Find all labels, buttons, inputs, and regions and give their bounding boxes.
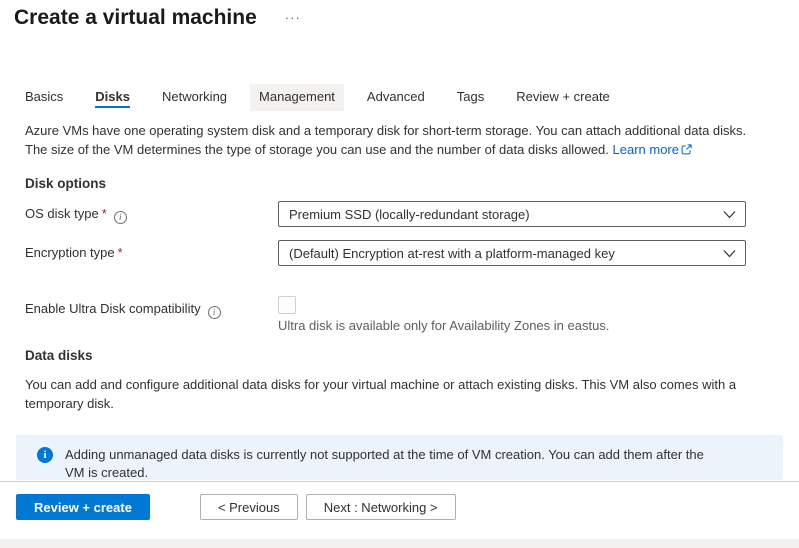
required-asterisk: *: [102, 206, 107, 221]
more-options-button[interactable]: ···: [285, 10, 301, 25]
chevron-down-icon: [723, 246, 736, 261]
external-link-icon: [681, 143, 692, 158]
page-title: Create a virtual machine: [14, 6, 257, 30]
encryption-type-dropdown[interactable]: (Default) Encryption at-rest with a plat…: [278, 240, 746, 266]
info-banner-icon: [37, 447, 53, 463]
page-header: Create a virtual machine ···: [0, 0, 799, 30]
data-disks-heading: Data disks: [25, 348, 799, 363]
data-disks-description: You can add and configure additional dat…: [25, 375, 765, 413]
os-disk-type-label-text: OS disk type: [25, 206, 99, 221]
os-disk-type-row: OS disk type* Premium SSD (locally-redun…: [25, 201, 799, 227]
wizard-tabs: Basics Disks Networking Management Advan…: [16, 84, 799, 111]
ultra-disk-control: Ultra disk is available only for Availab…: [278, 296, 609, 334]
os-disk-type-dropdown[interactable]: Premium SSD (locally-redundant storage): [278, 201, 746, 227]
required-asterisk: *: [118, 245, 123, 260]
review-create-button[interactable]: Review + create: [16, 494, 150, 520]
ultra-disk-row: Enable Ultra Disk compatibility Ultra di…: [25, 296, 799, 334]
ultra-disk-label: Enable Ultra Disk compatibility: [25, 296, 278, 319]
encryption-type-value: (Default) Encryption at-rest with a plat…: [289, 246, 615, 261]
info-icon[interactable]: [208, 306, 221, 319]
tab-tags[interactable]: Tags: [448, 84, 493, 111]
learn-more-link[interactable]: Learn more: [613, 142, 692, 157]
footer-buttons: Review + create < Previous Next : Networ…: [0, 482, 799, 520]
ultra-disk-helper-text: Ultra disk is available only for Availab…: [278, 318, 609, 334]
tab-basics[interactable]: Basics: [16, 84, 72, 111]
intro-paragraph: Azure VMs have one operating system disk…: [25, 121, 765, 160]
ultra-disk-checkbox[interactable]: [278, 296, 296, 314]
wizard-footer: Review + create < Previous Next : Networ…: [0, 481, 799, 538]
info-banner: Adding unmanaged data disks is currently…: [16, 435, 783, 480]
vm-create-page: Create a virtual machine ··· Basics Disk…: [0, 0, 799, 548]
tab-review-create[interactable]: Review + create: [507, 84, 619, 111]
encryption-type-label: Encryption type*: [25, 240, 278, 261]
encryption-type-label-text: Encryption type: [25, 245, 115, 260]
tab-disks[interactable]: Disks: [86, 84, 139, 111]
info-icon[interactable]: [114, 211, 127, 224]
encryption-type-row: Encryption type* (Default) Encryption at…: [25, 240, 799, 266]
tab-management[interactable]: Management: [250, 84, 344, 111]
os-disk-type-value: Premium SSD (locally-redundant storage): [289, 207, 530, 222]
tab-networking[interactable]: Networking: [153, 84, 236, 111]
ultra-disk-label-text: Enable Ultra Disk compatibility: [25, 301, 201, 316]
os-disk-type-label: OS disk type*: [25, 201, 278, 224]
info-banner-text: Adding unmanaged data disks is currently…: [65, 446, 725, 480]
learn-more-label: Learn more: [613, 142, 679, 157]
chevron-down-icon: [723, 207, 736, 222]
disk-options-heading: Disk options: [25, 176, 799, 191]
previous-button[interactable]: < Previous: [200, 494, 298, 520]
bottom-edge-strip: [0, 539, 799, 548]
tab-advanced[interactable]: Advanced: [358, 84, 434, 111]
next-networking-button[interactable]: Next : Networking >: [306, 494, 456, 520]
